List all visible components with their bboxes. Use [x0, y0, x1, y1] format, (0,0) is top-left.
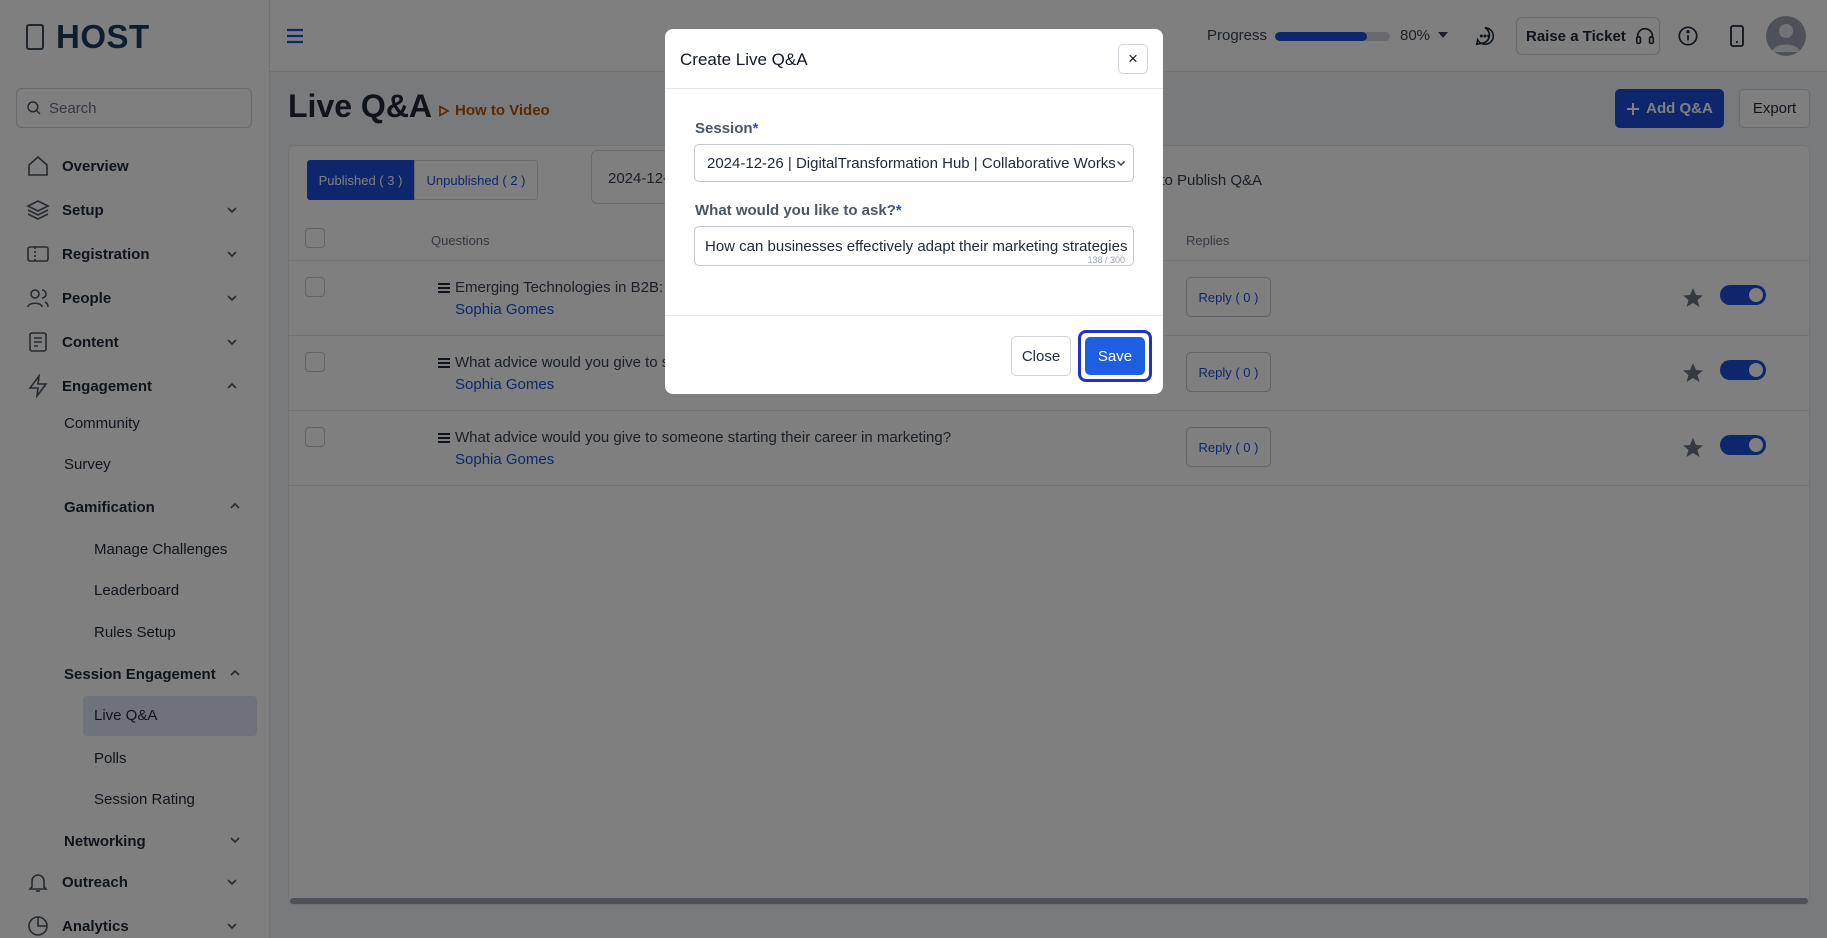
required-mark: *: [895, 202, 902, 219]
create-qa-modal: Create Live Q&A × Session* 2024-12-26 | …: [665, 29, 1163, 394]
session-select[interactable]: 2024-12-26 | DigitalTransformation Hub |…: [694, 144, 1134, 182]
char-counter: 138 / 300: [1085, 255, 1125, 265]
session-label-text: Session: [695, 120, 753, 137]
modal-title: Create Live Q&A: [680, 50, 808, 69]
session-field-label: Session*: [695, 120, 758, 137]
required-mark: *: [752, 120, 759, 137]
question-input[interactable]: How can businesses effectively adapt the…: [694, 226, 1134, 266]
modal-divider: [665, 315, 1163, 316]
chevron-down-icon: [1115, 157, 1127, 169]
close-button[interactable]: Close: [1011, 336, 1071, 376]
session-select-value: 2024-12-26 | DigitalTransformation Hub |…: [707, 155, 1125, 172]
close-icon: ×: [1128, 49, 1138, 68]
save-button[interactable]: Save: [1085, 337, 1145, 375]
modal-close-x-button[interactable]: ×: [1118, 44, 1148, 74]
question-label-text: What would you like to ask?: [695, 202, 896, 219]
question-field-label: What would you like to ask?*: [695, 202, 902, 219]
question-input-value: How can businesses effectively adapt the…: [705, 238, 1128, 255]
modal-divider: [665, 88, 1163, 89]
